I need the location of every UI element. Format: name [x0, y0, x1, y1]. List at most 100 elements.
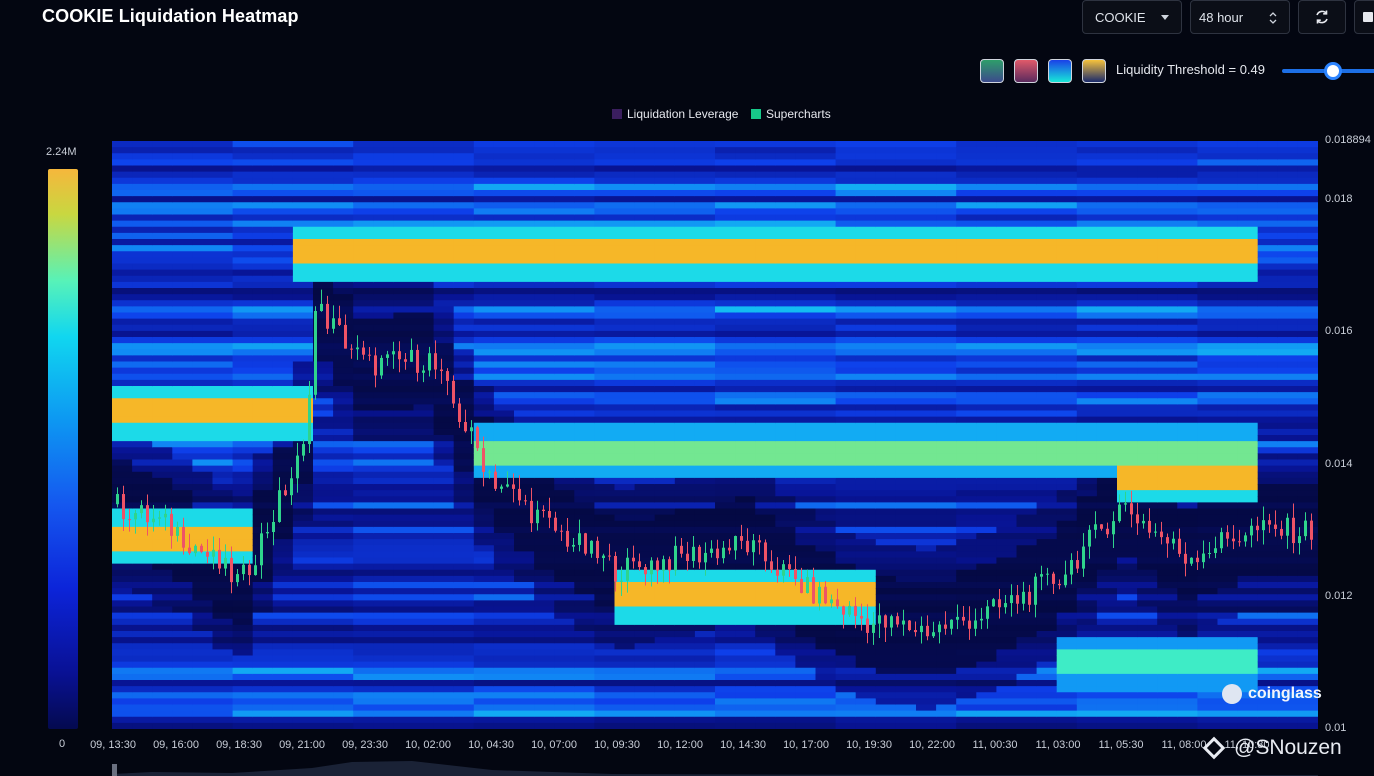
heatmap-cell — [152, 514, 173, 522]
heatmap-cell — [413, 281, 435, 289]
heatmap-cell — [574, 386, 595, 393]
heatmap-cell — [1056, 183, 1078, 191]
heatmap-cell — [855, 392, 877, 399]
heatmap-cell — [855, 667, 877, 675]
heatmap-cell — [956, 386, 977, 393]
heatmap-cell — [1117, 465, 1138, 473]
heatmap-cell — [172, 306, 193, 314]
heatmap-cell — [1076, 508, 1098, 516]
heatmap-cell — [916, 379, 937, 387]
heatmap-cell — [313, 722, 334, 729]
heatmap-cell — [453, 392, 475, 399]
heatmap-cell — [835, 379, 857, 387]
heatmap-cell — [1137, 337, 1158, 344]
heatmap-cell — [554, 386, 575, 393]
heatmap-cell — [212, 661, 234, 669]
heatmap-cell — [654, 704, 676, 712]
palette-2-swatch[interactable] — [1014, 59, 1038, 83]
heatmap-cell — [1137, 398, 1158, 405]
heatmap-cell — [815, 477, 837, 485]
heatmap-cell — [755, 496, 776, 503]
heatmap-cell — [132, 618, 153, 626]
palette-1-swatch[interactable] — [980, 59, 1004, 83]
heatmap-cell — [473, 330, 495, 338]
heatmap-cell — [654, 386, 676, 393]
heatmap-cell — [976, 190, 997, 197]
heatmap-cell — [895, 288, 917, 295]
heatmap-cell — [252, 692, 274, 699]
heatmap-cell — [815, 392, 837, 399]
heatmap-cell — [715, 435, 736, 442]
heatmap-cell — [1036, 471, 1058, 479]
heatmap-cell — [594, 588, 616, 595]
heatmap-cell — [132, 490, 153, 497]
heatmap-cell — [1016, 232, 1038, 240]
heatmap-cell — [895, 410, 917, 418]
heatmap-cell — [393, 673, 415, 681]
heatmap-cell — [1117, 404, 1138, 412]
heatmap-cell — [152, 275, 173, 283]
heatmap-cell — [634, 637, 656, 644]
heatmap-cell — [132, 563, 153, 571]
heatmap-cell — [574, 716, 595, 724]
heatmap-cell — [353, 533, 374, 540]
heatmap-cell — [735, 232, 756, 240]
heatmap-cell — [654, 471, 676, 479]
heatmap-cell — [594, 508, 616, 516]
legend-item-supercharts[interactable]: Supercharts — [751, 107, 831, 121]
heatmap-cell — [654, 300, 676, 307]
heatmap-cell — [1016, 453, 1038, 461]
heatmap-cell — [594, 183, 616, 191]
heatmap-cell — [1096, 410, 1118, 418]
heatmap-cell — [775, 428, 796, 436]
heatmap-cell — [654, 514, 676, 522]
heatmap-cell — [835, 551, 857, 559]
heatmap-cell — [413, 575, 435, 583]
heatmap-cell — [996, 533, 1018, 540]
threshold-slider-handle[interactable] — [1324, 62, 1342, 80]
heatmap-cell — [674, 606, 696, 614]
heatmap-cell — [996, 398, 1018, 405]
heatmap-cell — [916, 692, 937, 699]
refresh-button[interactable] — [1298, 0, 1346, 34]
heatmap-cell — [333, 710, 354, 718]
heatmap-cell — [1036, 631, 1058, 638]
palette-3-swatch[interactable] — [1048, 59, 1072, 83]
heatmap-cell — [172, 373, 193, 381]
heatmap-cell — [815, 300, 837, 307]
heatmap-cell — [936, 502, 957, 510]
range-select[interactable]: 48 hour — [1190, 0, 1290, 34]
heatmap-cell — [694, 680, 716, 687]
heatmap-cell — [674, 508, 696, 516]
heatmap-cell — [715, 337, 736, 344]
heatmap-cell — [172, 624, 193, 632]
heatmap-cell — [112, 392, 133, 399]
heatmap-cell — [735, 631, 756, 638]
heatmap-cell — [534, 147, 555, 154]
symbol-select[interactable]: COOKIE — [1082, 0, 1182, 34]
heatmap-plot[interactable] — [112, 141, 1318, 729]
heatmap-cell — [795, 661, 817, 669]
heatmap-cell — [1016, 441, 1038, 448]
heatmap-cell — [855, 649, 877, 657]
heatmap-cell — [413, 563, 435, 571]
screenshot-button[interactable] — [1354, 0, 1374, 34]
heatmap-cell — [956, 275, 977, 283]
heatmap-cell — [232, 343, 254, 350]
heatmap-cell — [634, 141, 656, 148]
heatmap-cell — [393, 508, 415, 516]
heatmap-cell — [493, 563, 515, 571]
heatmap-cell — [654, 643, 676, 650]
heatmap-cell — [594, 361, 616, 369]
heatmap-cell — [634, 232, 656, 240]
heatmap-cell — [936, 563, 957, 571]
heatmap-cell — [373, 410, 394, 418]
heatmap-cell — [252, 367, 274, 375]
heatmap-cell — [1117, 183, 1138, 191]
legend-item-liquidation-leverage[interactable]: Liquidation Leverage — [612, 107, 738, 121]
heatmap-cell — [715, 428, 736, 436]
heatmap-cell — [493, 680, 515, 687]
palette-4-swatch[interactable] — [1082, 59, 1106, 83]
heatmap-cell — [916, 208, 937, 216]
heatmap-cell — [614, 226, 636, 234]
